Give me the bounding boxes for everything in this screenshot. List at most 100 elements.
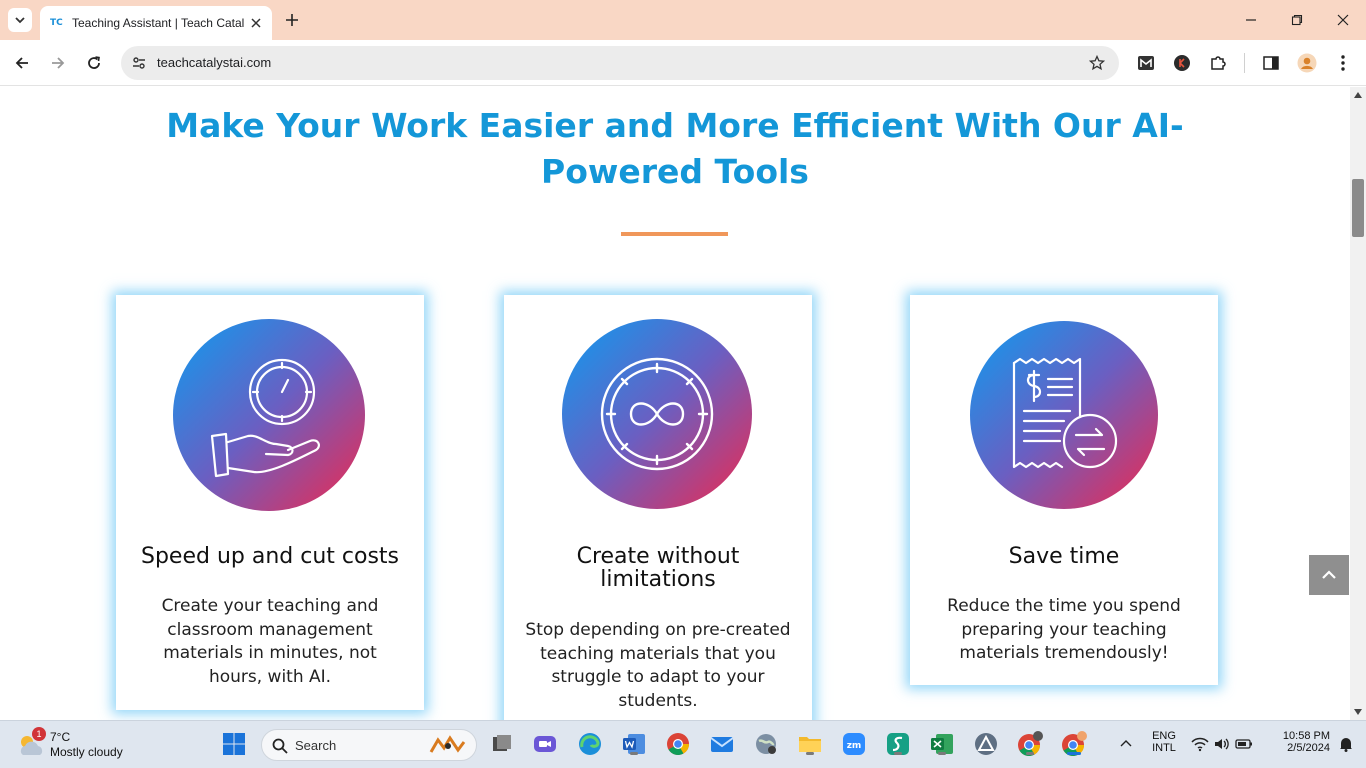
triangle-app-icon: [975, 733, 997, 755]
minimize-icon: [1246, 19, 1256, 21]
close-window-button[interactable]: [1331, 8, 1355, 32]
taskbar-mail[interactable]: [708, 730, 736, 758]
clock-time: 10:58 PM: [1282, 730, 1330, 742]
taskbar-meet[interactable]: [531, 730, 559, 758]
chevron-up-icon: [1322, 570, 1336, 579]
side-panel-button[interactable]: [1260, 52, 1282, 74]
close-icon: [1337, 14, 1349, 26]
active-indicator: [630, 752, 638, 755]
tab-title: Teaching Assistant | Teach Catal: [72, 16, 245, 30]
feature-card-body: Stop depending on pre-created teaching m…: [525, 620, 791, 711]
extension-k-button[interactable]: [1171, 52, 1193, 74]
tab-bar: TC Teaching Assistant | Teach Catal: [0, 0, 1366, 40]
puzzle-icon: [1211, 56, 1226, 70]
scroll-up-button[interactable]: [1350, 87, 1366, 103]
restore-button[interactable]: [1285, 8, 1309, 32]
close-icon: [251, 18, 261, 28]
feature-card-title: Create without limitations: [576, 544, 740, 592]
feature-card-title: Save time: [1008, 544, 1120, 569]
tab-favicon: TC: [50, 18, 63, 28]
extension-m-button[interactable]: [1135, 52, 1157, 74]
page-viewport: Make Your Work Easier and More Efficient…: [0, 87, 1350, 720]
tray-overflow-button[interactable]: [1112, 730, 1140, 758]
receipt-exchange-icon: [970, 321, 1158, 509]
mail-extension-icon: [1138, 56, 1154, 70]
notifications-button[interactable]: [1332, 730, 1360, 758]
tab-close-button[interactable]: [248, 15, 264, 31]
weather-widget[interactable]: 1 7°C Mostly cloudy: [14, 727, 164, 763]
task-view-icon: [493, 735, 511, 751]
zoom-icon: zm: [843, 733, 865, 755]
tune-icon: [133, 57, 145, 69]
new-tab-button[interactable]: [282, 10, 302, 30]
chevron-down-icon: [15, 17, 25, 24]
os-taskbar: 1 7°C Mostly cloudy Search zm ENG INTL 1…: [0, 720, 1366, 768]
taskbar-chrome-profile-2[interactable]: [1060, 730, 1088, 758]
tab-search-button[interactable]: [8, 8, 32, 32]
menu-button[interactable]: [1332, 52, 1354, 74]
quick-settings-button[interactable]: [1186, 730, 1258, 758]
chrome-icon: [667, 733, 689, 755]
search-icon: [272, 738, 288, 754]
browser-toolbar: teachcatalystai.com: [0, 40, 1366, 86]
address-bar[interactable]: teachcatalystai.com: [121, 46, 1119, 80]
feature-card-save-time: Save time Reduce the time you spend prep…: [910, 295, 1218, 685]
more-vert-icon: [1341, 55, 1345, 71]
browser-tab[interactable]: TC Teaching Assistant | Teach Catal: [40, 6, 272, 40]
hand-clock-icon: [173, 319, 365, 511]
svg-text:zm: zm: [847, 741, 862, 751]
chevron-up-icon: [1120, 740, 1132, 747]
headline-divider: [621, 232, 728, 236]
active-indicator: [894, 752, 902, 755]
language-indicator[interactable]: ENG INTL: [1145, 730, 1183, 754]
back-button[interactable]: [10, 51, 34, 75]
active-indicator: [806, 752, 814, 755]
reload-icon: [88, 56, 100, 69]
taskbar-file-explorer[interactable]: [796, 730, 824, 758]
taskbar-zoom[interactable]: zm: [840, 730, 868, 758]
taskbar-globe-app[interactable]: [752, 730, 780, 758]
feature-card-title: Speed up and cut costs: [140, 544, 399, 569]
taskbar-word[interactable]: [620, 730, 648, 758]
clock[interactable]: 10:58 PM 2/5/2024: [1266, 730, 1330, 754]
wifi-icon: [1191, 737, 1209, 752]
bookmark-button[interactable]: [1087, 53, 1107, 73]
page-scrollbar[interactable]: [1350, 87, 1366, 720]
avatar-icon: [1297, 53, 1317, 73]
taskbar-excel[interactable]: [928, 730, 956, 758]
taskbar-task-view[interactable]: [488, 730, 516, 758]
battery-icon: [1235, 739, 1252, 749]
video-camera-icon: [534, 736, 556, 752]
keyboard-layout: INTL: [1152, 742, 1176, 754]
star-icon: [1089, 55, 1105, 71]
reload-button[interactable]: [82, 51, 106, 75]
back-to-top-button[interactable]: [1309, 555, 1349, 595]
edge-icon: [579, 733, 601, 755]
volume-icon: [1215, 738, 1229, 750]
weather-badge: 1: [32, 727, 46, 741]
search-highlight-icon: [429, 735, 466, 753]
active-indicator: [1067, 752, 1081, 755]
site-info-button[interactable]: [127, 51, 151, 75]
plus-icon: [286, 14, 298, 26]
minimize-button[interactable]: [1239, 8, 1263, 32]
side-panel-icon: [1263, 56, 1279, 70]
profile-button[interactable]: [1296, 52, 1318, 74]
taskbar-edge[interactable]: [576, 730, 604, 758]
triangle-up-icon: [1354, 92, 1362, 98]
url-text: teachcatalystai.com: [157, 55, 272, 70]
active-indicator: [1026, 752, 1034, 755]
forward-button[interactable]: [46, 51, 70, 75]
taskbar-chrome-profile-1[interactable]: [1016, 730, 1044, 758]
taskbar-chrome[interactable]: [664, 730, 692, 758]
weather-temp: 7°C: [50, 730, 71, 744]
arrow-right-icon: [52, 57, 65, 69]
taskbar-a-app[interactable]: [972, 730, 1000, 758]
scrollbar-thumb[interactable]: [1352, 179, 1364, 237]
language-code: ENG: [1152, 730, 1176, 742]
scroll-down-button[interactable]: [1350, 704, 1366, 720]
taskbar-search[interactable]: Search: [261, 729, 477, 761]
taskbar-s-app[interactable]: [884, 730, 912, 758]
start-button[interactable]: [220, 730, 248, 758]
extensions-button[interactable]: [1207, 52, 1229, 74]
